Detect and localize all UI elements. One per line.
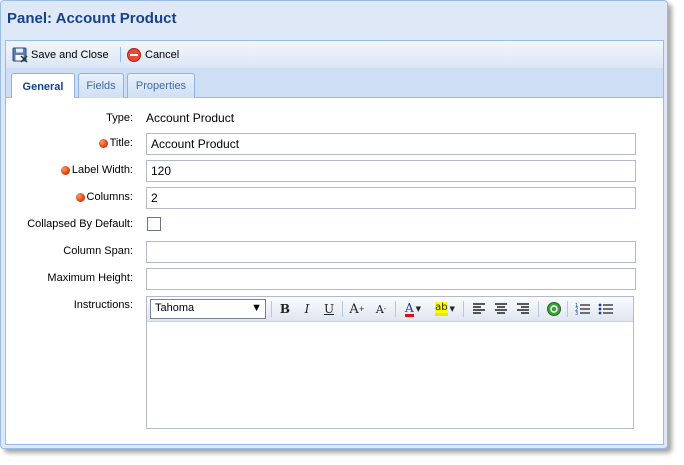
panel-window: Panel: Account Product Save and Close Ca… [0, 0, 668, 449]
title-label: Title: [98, 137, 133, 149]
save-and-close-label: Save and Close [31, 49, 109, 61]
font-color-icon[interactable]: A ▼ [401, 300, 425, 318]
columns-label: Columns: [75, 191, 133, 203]
unordered-list-icon[interactable] [597, 300, 615, 318]
window-title: Panel: Account Product [7, 10, 177, 27]
save-close-icon [12, 47, 28, 63]
cancel-button[interactable]: Cancel [126, 46, 179, 64]
ordered-list-icon[interactable]: 1 2 3 [574, 300, 592, 318]
tab-properties[interactable]: Properties [127, 73, 195, 98]
label-width-field[interactable] [146, 160, 636, 182]
editor-separator [567, 301, 568, 317]
label-width-label: Label Width: [60, 164, 133, 176]
title-field[interactable] [146, 133, 636, 155]
shrink-text-icon[interactable]: A- [372, 300, 390, 318]
collapsed-label: Collapsed By Default: [27, 218, 133, 230]
required-icon [60, 165, 70, 175]
tab-fields[interactable]: Fields [78, 73, 124, 98]
bold-icon[interactable]: B [276, 300, 294, 318]
font-select[interactable]: Tahoma ▼ [150, 299, 266, 319]
maximum-height-label: Maximum Height: [47, 272, 133, 284]
cancel-label: Cancel [145, 49, 180, 61]
collapsed-checkbox[interactable] [147, 217, 161, 231]
underline-icon[interactable]: U [320, 300, 338, 318]
column-span-label: Column Span: [63, 245, 133, 257]
general-panel: Type: Account Product Title: Label Width… [5, 98, 664, 445]
main-toolbar: Save and Close Cancel [5, 40, 664, 68]
instructions-label: Instructions: [73, 299, 133, 311]
tab-general[interactable]: General [11, 73, 75, 99]
editor-separator [395, 301, 396, 317]
editor-separator [342, 301, 343, 317]
align-left-icon[interactable] [470, 300, 488, 318]
columns-field[interactable] [146, 187, 636, 209]
instructions-text-area[interactable] [147, 323, 633, 428]
tab-strip: General Fields Properties [5, 68, 664, 99]
link-icon[interactable] [545, 300, 563, 318]
editor-toolbar: Tahoma ▼ B I U A + A- A ▼ ab ▼ 1 2 3 [147, 297, 633, 322]
toolbar-separator [120, 47, 121, 62]
editor-separator [538, 301, 539, 317]
editor-separator [271, 301, 272, 317]
type-label: Type: [106, 112, 133, 124]
column-span-field[interactable] [146, 241, 636, 263]
cancel-icon [126, 47, 142, 63]
save-and-close-button[interactable]: Save and Close [12, 46, 109, 64]
required-icon [98, 138, 108, 148]
font-select-value: Tahoma [155, 302, 195, 314]
maximum-height-field[interactable] [146, 268, 636, 290]
type-value: Account Product [146, 111, 235, 125]
editor-separator [463, 301, 464, 317]
italic-icon[interactable]: I [298, 300, 316, 318]
align-center-icon[interactable] [492, 300, 510, 318]
highlight-icon[interactable]: ab ▼ [432, 300, 458, 318]
required-icon [75, 192, 85, 202]
chevron-down-icon: ▼ [251, 302, 262, 314]
align-right-icon[interactable] [514, 300, 532, 318]
instructions-editor: Tahoma ▼ B I U A + A- A ▼ ab ▼ 1 2 3 [146, 296, 634, 429]
svg-text:3: 3 [575, 311, 578, 316]
grow-text-icon[interactable]: A + [348, 300, 366, 318]
